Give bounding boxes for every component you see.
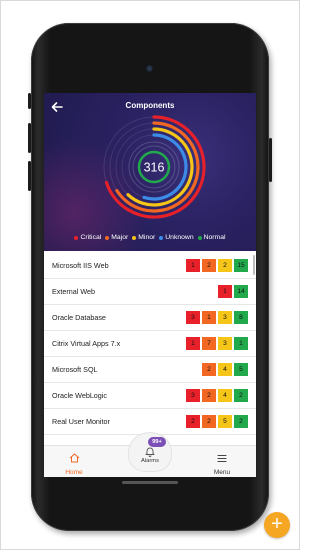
component-name: Oracle WebLogic [52, 391, 107, 400]
component-row[interactable]: Microsoft IIS Web 1 2 2 15 [44, 253, 256, 279]
menu-icon [217, 454, 227, 463]
component-row[interactable]: Microsoft SQL 2 4 5 [44, 357, 256, 383]
legend-label: Minor [138, 234, 156, 241]
bell-icon [145, 447, 155, 457]
count-badge-major[interactable]: 2 [202, 389, 216, 402]
legend-item-unknown: Unknown [159, 234, 194, 241]
alarms-count-badge: 99+ [148, 437, 166, 447]
nav-home-label: Home [65, 469, 83, 476]
component-name: Microsoft SQL [52, 365, 98, 374]
component-name: Citrix Virtual Apps 7.x [52, 339, 121, 348]
count-badge-major[interactable]: 1 [202, 311, 216, 324]
count-badge-major[interactable]: 7 [202, 337, 216, 350]
legend-dot [74, 235, 79, 240]
status-rings-chart: 316 [103, 115, 206, 219]
count-badge-minor[interactable]: 4 [218, 389, 232, 402]
legend-dot [105, 235, 110, 240]
count-badge-major[interactable]: 2 [202, 363, 216, 376]
legend-dot [159, 235, 164, 240]
legend-label: Major [111, 234, 129, 241]
zoom-in-icon[interactable]: + [264, 512, 290, 538]
legend-dot [132, 235, 137, 240]
legend-item-minor: Minor [132, 234, 155, 241]
legend-label: Unknown [165, 234, 194, 241]
count-badge-normal[interactable]: 1 [234, 337, 248, 350]
legend-dot [197, 235, 202, 240]
phone-side-button [28, 161, 31, 191]
component-row[interactable]: Citrix Virtual Apps 7.x 1 7 3 1 [44, 331, 256, 357]
component-counts: 1 2 2 15 [186, 259, 248, 272]
count-badge-major[interactable]: 2 [202, 259, 216, 272]
component-row[interactable]: Oracle WebLogic 3 2 4 2 [44, 383, 256, 409]
legend-item-major: Major [105, 234, 128, 241]
components-hero: Components 316 Critical Major Minor Unknown… [44, 93, 256, 251]
count-badge-normal[interactable]: 15 [234, 259, 248, 272]
phone-side-button [269, 138, 272, 182]
page-title: Components [125, 101, 175, 110]
count-badge-critical[interactable]: 1 [218, 285, 232, 298]
count-badge-minor[interactable]: 3 [218, 337, 232, 350]
status-legend: Critical Major Minor Unknown Normal [44, 234, 256, 241]
count-badge-critical[interactable]: 1 [186, 337, 200, 350]
nav-menu[interactable]: Menu [208, 450, 236, 476]
app-screen: Components 316 Critical Major Minor Unknown… [44, 93, 256, 477]
nav-menu-label: Menu [213, 469, 231, 476]
count-badge-minor[interactable]: 5 [218, 415, 232, 428]
component-name: Microsoft IIS Web [52, 261, 109, 270]
component-counts: 1731 [186, 337, 248, 350]
component-name: Oracle Database [52, 313, 106, 322]
count-badge-critical[interactable]: 2 [186, 415, 200, 428]
home-icon [69, 453, 79, 463]
component-name: Real User Monitor [52, 417, 110, 426]
count-badge-normal[interactable]: 2 [234, 415, 248, 428]
count-badge-minor[interactable]: 4 [218, 363, 232, 376]
component-name: External Web [52, 287, 96, 296]
legend-item-critical: Critical [74, 234, 101, 241]
component-counts: 3138 [186, 311, 248, 324]
phone-side-button [28, 123, 31, 153]
count-badge-critical[interactable]: 1 [186, 259, 200, 272]
front-camera [146, 65, 153, 72]
component-row[interactable]: Oracle Database 3 1 3 8 [44, 305, 256, 331]
components-list[interactable]: Microsoft IIS Web 1 2 2 15 External Web 1 14 Ora… [44, 253, 256, 445]
legend-label: Critical [80, 234, 102, 241]
count-badge-major[interactable]: 2 [202, 415, 216, 428]
count-badge-normal[interactable]: 14 [234, 285, 248, 298]
component-counts: 1 14 [218, 285, 248, 298]
total-count: 316 [144, 161, 165, 175]
count-badge-normal[interactable]: 5 [234, 363, 248, 376]
phone-side-button [28, 93, 31, 109]
home-indicator [122, 481, 178, 484]
component-counts: 2252 [186, 415, 248, 428]
legend-label: Normal [203, 234, 226, 241]
count-badge-normal[interactable]: 8 [234, 311, 248, 324]
nav-alarms-label: Alarms [140, 458, 160, 464]
component-row[interactable]: External Web 1 14 [44, 279, 256, 305]
component-counts: 245 [202, 363, 248, 376]
count-badge-critical[interactable]: 3 [186, 389, 200, 402]
count-badge-minor[interactable]: 2 [218, 259, 232, 272]
count-badge-critical[interactable]: 3 [186, 311, 200, 324]
legend-item-normal: Normal [197, 234, 226, 241]
nav-home[interactable]: Home [60, 450, 88, 476]
count-badge-normal[interactable]: 2 [234, 389, 248, 402]
count-badge-minor[interactable]: 3 [218, 311, 232, 324]
component-counts: 3242 [186, 389, 248, 402]
list-scrollbar[interactable] [253, 255, 255, 275]
